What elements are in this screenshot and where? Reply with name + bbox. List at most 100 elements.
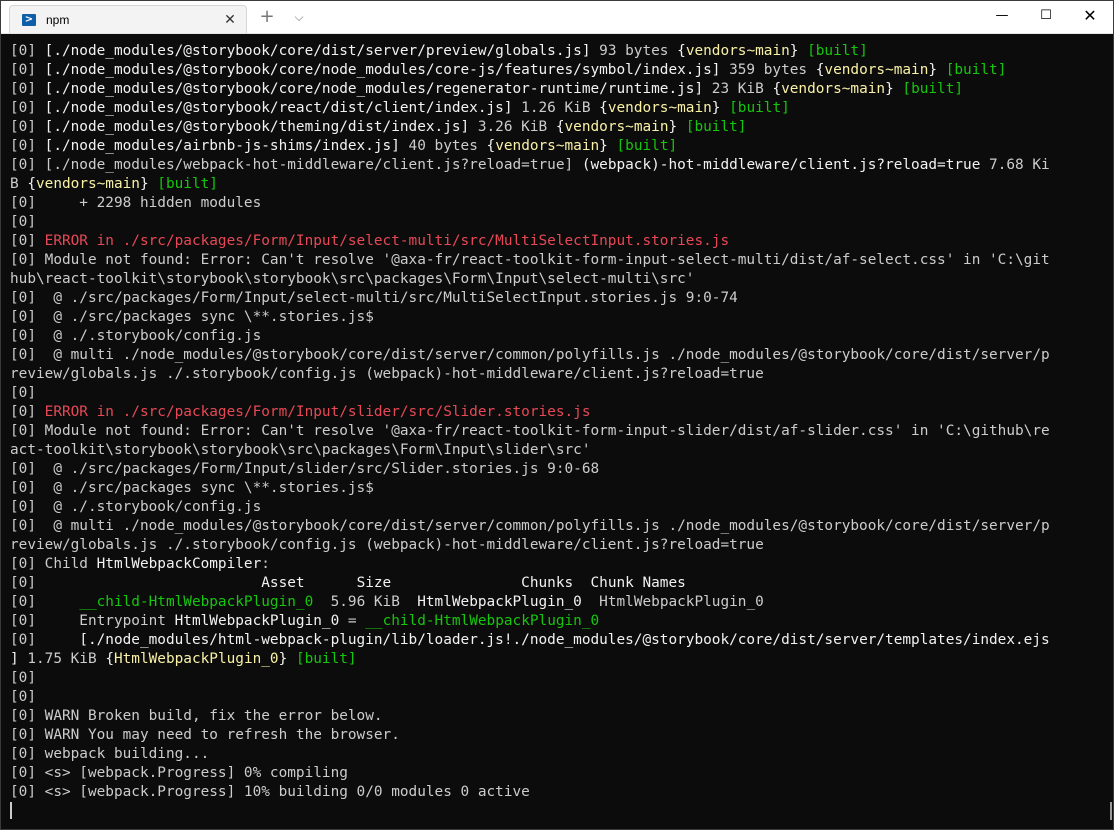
terminal-line: [0] + 2298 hidden modules — [10, 194, 1113, 213]
terminal-text: B — [10, 176, 28, 192]
terminal-text: [0] WARN You may need to refresh the bro… — [10, 727, 400, 743]
terminal-text: [0] Module not found: Error: Can't resol… — [10, 423, 1050, 439]
new-tab-plus-icon[interactable]: + — [257, 7, 277, 27]
terminal-line: hub\react-toolkit\storybook\storybook\sr… — [10, 270, 1113, 289]
terminal-window: > npm ✕ + ⌵ — ☐ ✕ [0] [./node_modules/@s… — [0, 0, 1114, 830]
terminal-text: [0] — [10, 575, 262, 591]
terminal-line: [0] ERROR in ./src/packages/Form/Input/s… — [10, 403, 1113, 422]
terminal-line: [0] — [10, 384, 1113, 403]
terminal-text: [built] — [902, 81, 964, 97]
terminal-text: ERROR in ./src/packages/Form/Input/slide… — [44, 404, 591, 420]
terminal-line: [0] __child-HtmlWebpackPlugin_0 5.96 KiB… — [10, 593, 1113, 612]
terminal-line: [0] @ ./src/packages/Form/Input/select-m… — [10, 289, 1113, 308]
terminal-line: [0] [./node_modules/@storybook/core/node… — [10, 61, 1113, 80]
terminal-line: [0] @ ./src/packages/Form/Input/slider/s… — [10, 460, 1113, 479]
terminal-text: [0] @ ./src/packages sync \**.stories.js… — [10, 309, 374, 325]
terminal-line: [0] WARN You may need to refresh the bro… — [10, 726, 1113, 745]
terminal-line: ] 1.75 KiB {HtmlWebpackPlugin_0} [built] — [10, 650, 1113, 669]
terminal-line: [0] [./node_modules/@storybook/theming/d… — [10, 118, 1113, 137]
terminal-text: [./node_modules/airbnb-js-shims/index.js… — [44, 138, 409, 154]
tab-npm[interactable]: > npm ✕ — [9, 5, 247, 33]
terminal-line: review/globals.js ./.storybook/config.js… — [10, 536, 1113, 555]
terminal-line: [0] @ ./src/packages sync \**.stories.js… — [10, 479, 1113, 498]
terminal-text: [0] — [10, 214, 36, 230]
terminal-text: 5.96 KiB — [313, 594, 418, 610]
minimize-button[interactable]: — — [979, 1, 1025, 31]
terminal-text: } — [278, 651, 296, 667]
maximize-button[interactable]: ☐ — [1023, 1, 1069, 31]
dropdown-chevron-icon[interactable]: ⌵ — [289, 7, 309, 27]
terminal-text: HtmlWebpackPlugin_0 — [581, 594, 764, 610]
terminal-text: [0] Module not found: Error: Can't resol… — [10, 252, 1050, 268]
terminal-text: [./node_modules/webpack-hot-middleware/c… — [44, 157, 582, 173]
terminal-text: = — [339, 613, 366, 629]
terminal-text: { — [772, 81, 782, 97]
terminal-text: [0] WARN Broken build, fix the error bel… — [10, 708, 383, 724]
terminal-text: [0] @ ./src/packages/Form/Input/slider/s… — [10, 461, 600, 477]
terminal-line: [0] Entrypoint HtmlWebpackPlugin_0 = __c… — [10, 612, 1113, 631]
terminal-text: [0] — [10, 43, 45, 59]
terminal-line: [0] Child HtmlWebpackCompiler: — [10, 555, 1113, 574]
terminal-text: [0] @ ./.storybook/config.js — [10, 499, 262, 515]
terminal-text: [0] — [10, 233, 45, 249]
terminal-text: hub\react-toolkit\storybook\storybook\sr… — [10, 271, 695, 287]
terminal-text: Asset Size Chunks Chunk Names — [261, 575, 686, 591]
terminal-text: HtmlWebpackPlugin_0 — [113, 651, 279, 667]
terminal-line: [0] webpack building... — [10, 745, 1113, 764]
terminal-text: { — [27, 176, 36, 192]
terminal-text: [0] @ ./.storybook/config.js — [10, 328, 262, 344]
terminal-text: __child-HtmlWebpackPlugin_0 — [79, 594, 314, 610]
terminal-text: { — [105, 651, 114, 667]
terminal-text: [built] — [807, 43, 868, 59]
terminal-line: [0] @ ./.storybook/config.js — [10, 498, 1113, 517]
terminal-text: vendors~main — [495, 138, 600, 154]
terminal-text: } — [789, 43, 808, 59]
terminal-line: [0] <s> [webpack.Progress] 10% building … — [10, 783, 1113, 802]
terminal-text: 3.26 KiB — [477, 119, 556, 135]
tab-close-icon[interactable]: ✕ — [220, 12, 240, 28]
terminal-text: [0] @ ./src/packages/Form/Input/select-m… — [10, 290, 738, 306]
terminal-output[interactable]: [0] [./node_modules/@storybook/core/dist… — [1, 34, 1113, 824]
prompt-line[interactable] — [10, 802, 1113, 821]
terminal-line: B {vendors~main} [built] — [10, 175, 1113, 194]
terminal-text: [0] — [10, 689, 36, 705]
terminal-line: [0] @ ./.storybook/config.js — [10, 327, 1113, 346]
terminal-text: 1.75 KiB — [27, 651, 106, 667]
terminal-line: review/globals.js ./.storybook/config.js… — [10, 365, 1113, 384]
terminal-text: vendors~main — [824, 62, 929, 78]
terminal-text: } — [885, 81, 903, 97]
terminal-line: [0] — [10, 688, 1113, 707]
terminal-text: } — [668, 119, 686, 135]
terminal-text: [built] — [295, 651, 357, 667]
terminal-text: [0] @ multi ./node_modules/@storybook/co… — [10, 347, 1050, 363]
close-button[interactable]: ✕ — [1067, 1, 1113, 31]
terminal-text: } — [928, 62, 946, 78]
terminal-text: 359 bytes — [729, 62, 816, 78]
terminal-text: [./node_modules/@storybook/core/dist/ser… — [44, 43, 600, 59]
terminal-text: vendors~main — [685, 43, 790, 59]
terminal-text: } — [139, 176, 158, 192]
terminal-text: [0] — [10, 81, 45, 97]
terminal-text: [0] Entrypoint — [10, 613, 175, 629]
terminal-line: [0] @ ./src/packages sync \**.stories.js… — [10, 308, 1113, 327]
terminal-line: [0] Asset Size Chunks Chunk Names — [10, 574, 1113, 593]
title-bar[interactable]: > npm ✕ + ⌵ — ☐ ✕ — [1, 1, 1113, 34]
terminal-text: [0] — [10, 138, 45, 154]
terminal-line: [0] [./node_modules/airbnb-js-shims/inde… — [10, 137, 1113, 156]
terminal-text: review/globals.js ./.storybook/config.js… — [10, 537, 764, 553]
terminal-text: [0] — [10, 100, 45, 116]
terminal-line: [0] Module not found: Error: Can't resol… — [10, 422, 1113, 441]
terminal-line: [0] WARN Broken build, fix the error bel… — [10, 707, 1113, 726]
terminal-text: [0] — [10, 157, 45, 173]
scrollbar[interactable] — [1103, 34, 1113, 824]
terminal-text: vendors~main — [564, 119, 669, 135]
terminal-line: [0] [./node_modules/@storybook/core/dist… — [10, 42, 1113, 61]
terminal-text: [built] — [157, 176, 218, 192]
terminal-line: [0] [./node_modules/@storybook/core/node… — [10, 80, 1113, 99]
terminal-line: [0] [./node_modules/@storybook/react/dis… — [10, 99, 1113, 118]
terminal-text: vendors~main — [36, 176, 140, 192]
terminal-text: vendors~main — [781, 81, 886, 97]
terminal-text: [0] + 2298 hidden modules — [10, 195, 262, 211]
scrollbar-thumb[interactable] — [1110, 802, 1112, 820]
terminal-text: 1.26 KiB — [521, 100, 600, 116]
